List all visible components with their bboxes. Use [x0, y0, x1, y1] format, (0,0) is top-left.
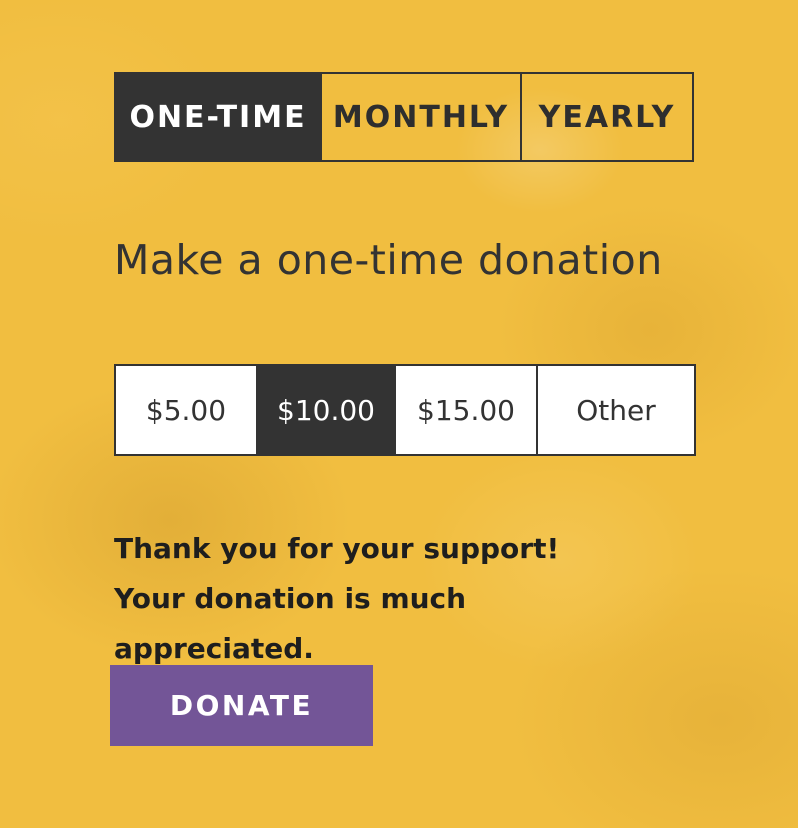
amount-10-button[interactable]: $10.00: [256, 366, 396, 454]
tab-monthly[interactable]: MONTHLY: [320, 74, 520, 160]
frequency-tabs: ONE-TIME MONTHLY YEARLY: [114, 72, 694, 162]
amount-other-button[interactable]: Other: [538, 366, 694, 454]
amount-options: $5.00 $10.00 $15.00 Other: [114, 364, 696, 456]
page-title: Make a one-time donation: [114, 236, 663, 284]
amount-15-button[interactable]: $15.00: [396, 366, 538, 454]
tab-yearly[interactable]: YEARLY: [520, 74, 692, 160]
thank-you-message: Thank you for your support! Your donatio…: [114, 532, 560, 665]
amount-5-button[interactable]: $5.00: [116, 366, 256, 454]
donate-button[interactable]: DONATE: [110, 665, 373, 746]
tab-one-time[interactable]: ONE-TIME: [116, 74, 320, 160]
